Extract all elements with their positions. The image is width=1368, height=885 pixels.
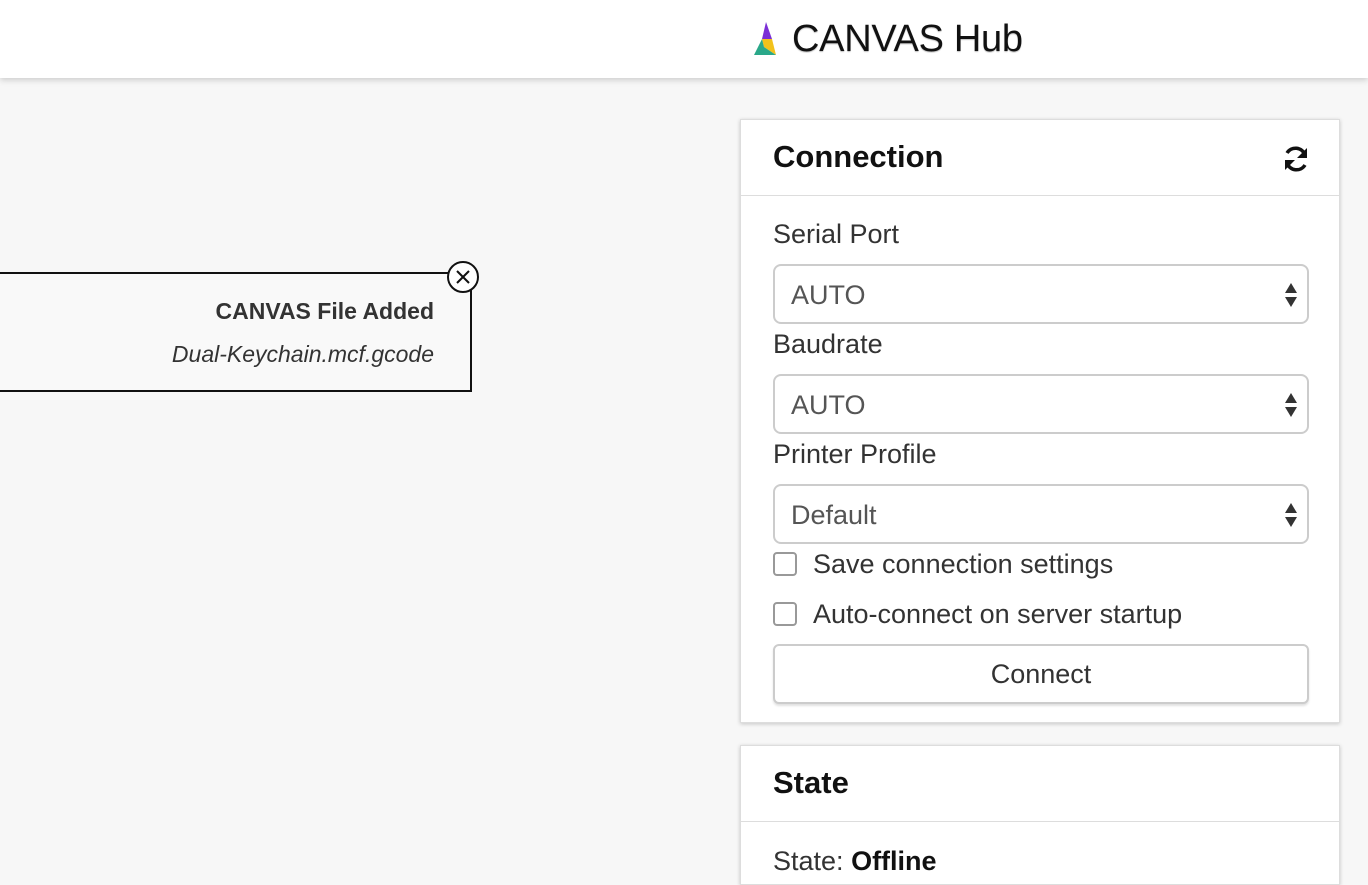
connection-panel-heading: Connection (741, 120, 1339, 196)
baudrate-label: Baudrate (773, 329, 883, 359)
notification-filename: Dual-Keychain.mcf.gcode (171, 341, 434, 367)
state-label: State: (773, 846, 844, 876)
save-settings-row[interactable]: Save connection settings (773, 549, 1113, 579)
refresh-icon[interactable] (1281, 144, 1311, 174)
close-notification-button[interactable] (447, 261, 479, 293)
state-panel: State State: Offline (740, 745, 1340, 885)
connect-button[interactable]: Connect (773, 644, 1309, 704)
auto-connect-checkbox[interactable] (773, 602, 797, 626)
app-title: CANVAS Hub (792, 17, 1023, 60)
brand[interactable]: CANVAS Hub (752, 17, 1023, 61)
auto-connect-row[interactable]: Auto-connect on server startup (773, 599, 1182, 629)
state-panel-heading: State (741, 746, 1339, 822)
close-icon (456, 270, 470, 284)
serial-port-label: Serial Port (773, 219, 900, 249)
connection-panel: Connection Serial Port AUTO Baudrate AUT… (740, 119, 1340, 723)
state-title: State (773, 765, 849, 800)
state-line: State: Offline (773, 846, 937, 877)
select-arrows-icon (1285, 503, 1297, 527)
printer-profile-select[interactable]: Default (773, 484, 1309, 544)
printer-profile-label: Printer Profile (773, 439, 937, 469)
baudrate-value: AUTO (791, 390, 866, 420)
state-value: Offline (851, 846, 937, 876)
select-arrows-icon (1285, 393, 1297, 417)
top-navbar: CANVAS Hub (0, 0, 1368, 78)
canvas-logo-icon (754, 22, 776, 55)
connection-title: Connection (773, 139, 944, 174)
notification-title: CANVAS File Added (215, 298, 434, 324)
save-settings-checkbox[interactable] (773, 552, 797, 576)
file-added-notification: CANVAS File Added Dual-Keychain.mcf.gcod… (0, 261, 479, 392)
select-arrows-icon (1285, 283, 1297, 307)
serial-port-value: AUTO (791, 280, 866, 310)
printer-profile-value: Default (791, 500, 877, 530)
baudrate-select[interactable]: AUTO (773, 374, 1309, 434)
auto-connect-label: Auto-connect on server startup (813, 598, 1183, 629)
save-settings-label: Save connection settings (813, 548, 1114, 579)
serial-port-select[interactable]: AUTO (773, 264, 1309, 324)
